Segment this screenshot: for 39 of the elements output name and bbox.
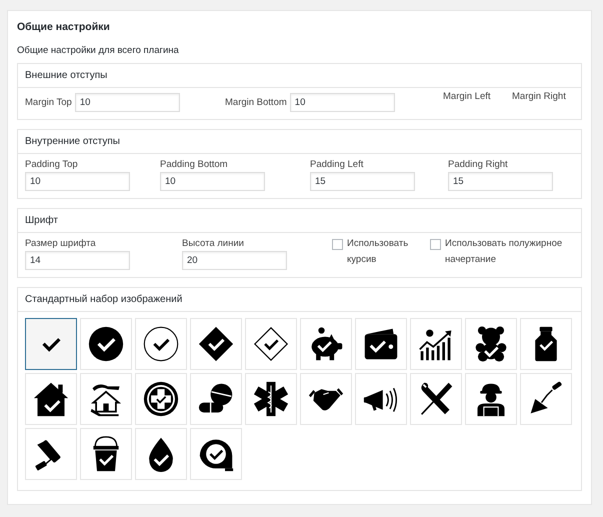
field-label: Высота линии <box>182 238 244 249</box>
input-field[interactable]: 10 <box>160 172 265 191</box>
medical-star-icon <box>253 381 289 417</box>
input-field[interactable]: 15 <box>448 172 553 191</box>
input-field[interactable]: 15 <box>310 172 415 191</box>
section-title: Внутренние отступы <box>24 135 121 149</box>
check-diamond-outline-icon <box>253 326 289 362</box>
field-label: Padding Bottom <box>160 159 228 170</box>
checkbox[interactable] <box>332 239 343 250</box>
teddy-bear-icon <box>473 326 509 362</box>
checkbox-label: Использовать полужирное начертание <box>445 237 564 267</box>
check-circle-outline-icon <box>143 326 179 362</box>
checkbox-label: Использовать курсив <box>347 237 410 267</box>
field-label: Padding Top <box>25 159 78 170</box>
input-field[interactable]: 20 <box>182 251 287 270</box>
tools-icon <box>418 381 454 417</box>
input-field[interactable]: 14 <box>25 251 130 270</box>
panel-title: Общие настройки <box>17 21 110 33</box>
wallet-icon <box>363 326 399 362</box>
input-field[interactable]: 10 <box>25 172 130 191</box>
section-title: Внешние отступы <box>24 69 108 83</box>
section-title: Стандартный набор изображений <box>24 293 184 307</box>
field-label: Margin Top <box>25 97 72 108</box>
field-label: Margin Left <box>443 91 492 102</box>
field-label: Padding Right <box>448 159 508 170</box>
section-title: Шрифт <box>24 214 59 228</box>
check-circle-icon <box>88 326 124 362</box>
input-field[interactable]: 10 <box>290 93 395 112</box>
field-label: Margin Right <box>512 91 567 102</box>
field-label: Padding Left <box>310 159 364 170</box>
input-field[interactable]: 10 <box>74 93 180 112</box>
field-label: Размер шрифта <box>25 238 96 249</box>
image-option[interactable] <box>25 318 77 370</box>
checkbox[interactable] <box>430 239 441 250</box>
check-diamond-icon <box>198 326 234 362</box>
field-label: Margin Bottom <box>225 97 287 108</box>
panel-description: Общие настройки для всего плагина <box>17 45 179 56</box>
house-check-icon <box>33 381 69 417</box>
medical-cross-icon <box>143 381 179 417</box>
